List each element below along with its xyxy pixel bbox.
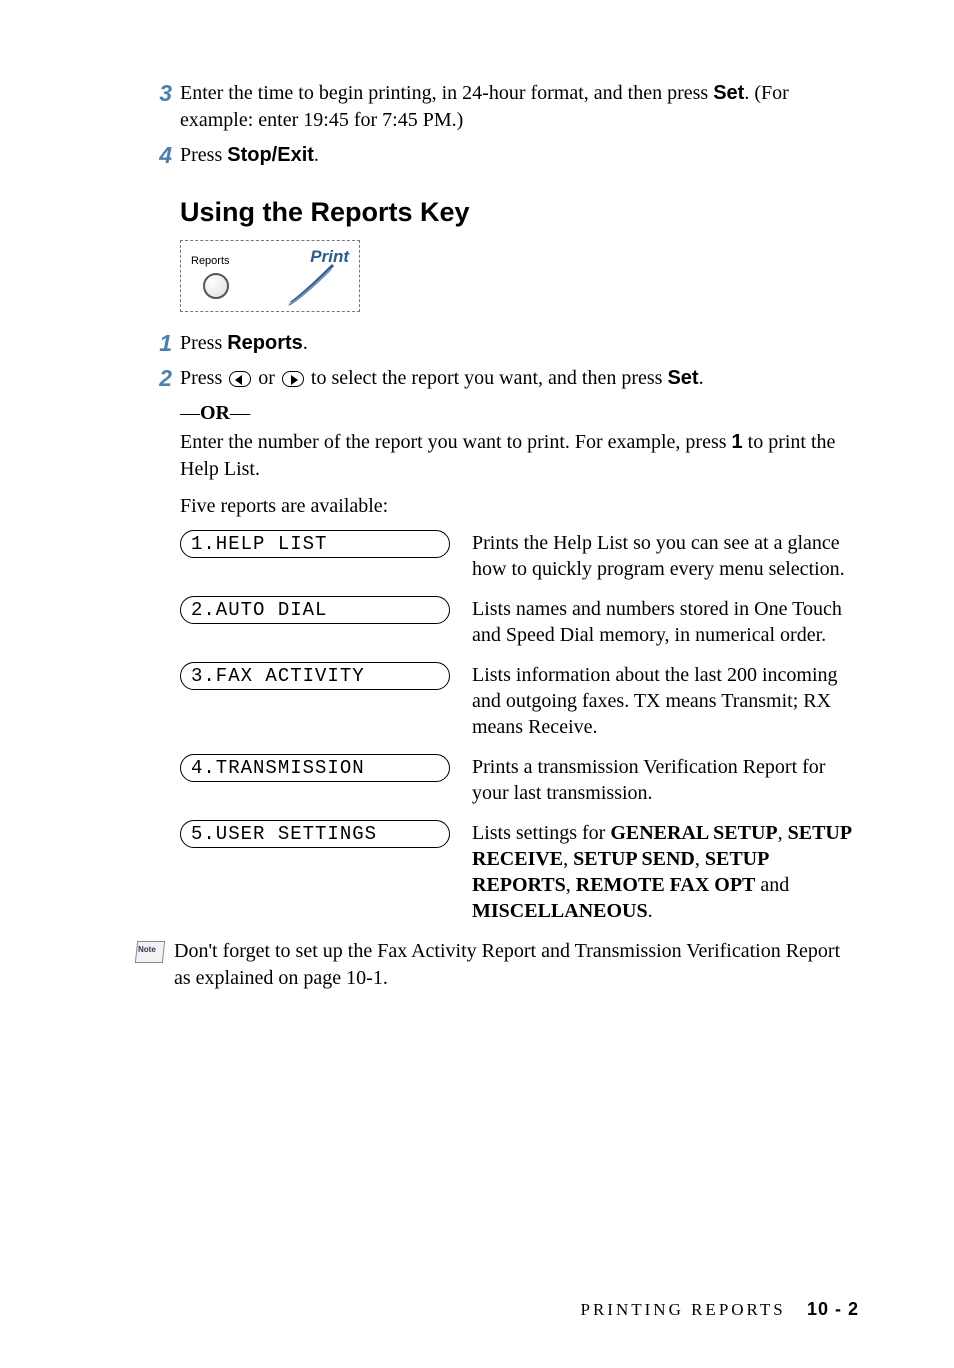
step-2: 2 Press or to select the report you want… [150,365,859,392]
page-number: 10 - 2 [807,1299,859,1319]
lcd-display: 2.AUTO DIAL [180,596,450,624]
or-line: —OR— [180,400,859,427]
note-icon: Note [132,941,168,967]
joiner: , [778,822,788,844]
joiner: and [755,874,789,896]
text: Enter the number of the report you want … [180,431,732,453]
step-body: Press Reports. [180,330,859,357]
text: Press [180,367,227,389]
dash: — [230,402,250,424]
key-set: Set [667,367,698,389]
report-row-transmission: 4.TRANSMISSION Prints a transmission Ver… [180,754,859,806]
lcd-display: 3.FAX ACTIVITY [180,662,450,690]
key-1: 1 [732,431,743,453]
note: Note Don't forget to set up the Fax Acti… [132,938,859,992]
joiner: , [566,874,576,896]
text: Enter the time to begin printing, in 24-… [180,82,713,104]
enter-number-line: Enter the number of the report you want … [180,429,859,483]
right-arrow-icon [282,371,304,387]
key-stop-exit: Stop/Exit [227,144,314,166]
step-body: Press or to select the report you want, … [180,365,859,392]
joiner: , [563,848,573,870]
step-number: 1 [150,330,180,357]
page: 3 Enter the time to begin printing, in 2… [0,0,954,1368]
joiner: . [648,900,653,922]
report-description: Lists settings for GENERAL SETUP, SETUP … [472,820,859,924]
report-row-fax-activity: 3.FAX ACTIVITY Lists information about t… [180,662,859,740]
step-number: 3 [150,80,180,107]
setting-name: SETUP SEND [573,848,695,870]
setting-name: GENERAL SETUP [610,822,777,844]
text: . [699,367,704,389]
reports-key-icon [203,273,229,299]
lcd-display: 5.USER SETTINGS [180,820,450,848]
page-footer: PRINTING REPORTS 10 - 2 [581,1299,859,1320]
section-heading: Using the Reports Key [180,197,859,228]
report-row-auto-dial: 2.AUTO DIAL Lists names and numbers stor… [180,596,859,648]
dash: — [180,402,200,424]
lcd-display: 4.TRANSMISSION [180,754,450,782]
report-row-user-settings: 5.USER SETTINGS Lists settings for GENER… [180,820,859,924]
text: to select the report you want, and then … [306,367,668,389]
text: . [303,332,308,354]
text: . [314,144,319,166]
reports-key-diagram: Reports Print [180,240,360,312]
step-body: Enter the time to begin printing, in 24-… [180,80,859,134]
report-description: Prints the Help List so you can see at a… [472,530,859,582]
text: Press [180,144,227,166]
step-body: Press Stop/Exit. [180,142,859,169]
left-arrow-icon [229,371,251,387]
note-text: Don't forget to set up the Fax Activity … [174,938,859,992]
report-description: Lists names and numbers stored in One To… [472,596,859,648]
print-swoosh-icon [287,261,339,307]
or-text: OR [200,402,230,424]
step-1: 1 Press Reports. [150,330,859,357]
step-3: 3 Enter the time to begin printing, in 2… [150,80,859,134]
step-number: 4 [150,142,180,169]
key-set: Set [713,82,744,104]
report-row-help-list: 1.HELP LIST Prints the Help List so you … [180,530,859,582]
reports-list: 1.HELP LIST Prints the Help List so you … [180,530,859,924]
step-number: 2 [150,365,180,392]
lcd-display: 1.HELP LIST [180,530,450,558]
footer-section: PRINTING REPORTS [581,1300,786,1319]
text: Lists settings for [472,822,610,844]
text: Press [180,332,227,354]
reports-key-label: Reports [191,255,230,267]
step-4: 4 Press Stop/Exit. [150,142,859,169]
note-icon-label: Note [138,945,156,954]
joiner: , [695,848,705,870]
five-reports-line: Five reports are available: [180,493,859,520]
setting-name: REMOTE FAX OPT [576,874,756,896]
key-reports: Reports [227,332,303,354]
text: or [253,367,280,389]
setting-name: MISCELLANEOUS [472,900,648,922]
report-description: Lists information about the last 200 inc… [472,662,859,740]
report-description: Prints a transmission Verification Repor… [472,754,859,806]
